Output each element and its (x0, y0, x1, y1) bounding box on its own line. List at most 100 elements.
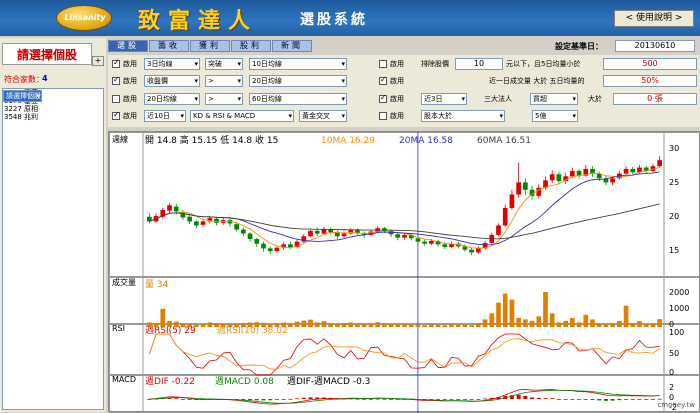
macd-histogram-bar (261, 399, 265, 400)
candle-body (657, 160, 662, 166)
volume-bar (335, 324, 340, 327)
macd-histogram-bar (483, 399, 487, 400)
stock-list-item[interactable]: 3548 兆利 (3, 113, 103, 121)
stock-list[interactable]: 請選擇個股 2424 隴華 3176 基亞 3227 原相 3548 兆利 (2, 88, 104, 410)
price-tick: 30 (669, 144, 679, 153)
tab-profit[interactable]: 獲利 (190, 40, 230, 52)
macd-histogram-bar (470, 399, 474, 400)
volume-bar (409, 325, 414, 327)
volume-bar (590, 319, 595, 327)
macd-histogram-bar (181, 399, 185, 400)
filter-row: 啟用 排除股價 10 元以下，且5日均量小於 500 (108, 57, 700, 71)
macd-histogram-bar (302, 398, 306, 399)
stock-chart[interactable]: 週線 成交量 RSI MACD 開 14.8 高 15.15 低 14.8 收 … (108, 131, 700, 412)
volume-tick: 2000 (669, 288, 689, 297)
rsi-tick: 100 (669, 328, 684, 337)
filter-row: 啟用 近一日成交量 大於 五日均量的 50% (108, 74, 700, 88)
volume-bar (449, 324, 454, 327)
rsi-tick: 0 (669, 368, 674, 377)
volume-input[interactable]: 500 (603, 58, 697, 70)
volume-bar (503, 294, 508, 327)
tab-dividend[interactable]: 股利 (231, 40, 271, 52)
volume-bar (187, 324, 192, 327)
candle-body (268, 248, 273, 251)
tab-news[interactable]: 新聞 (272, 40, 312, 52)
candle-body (610, 178, 615, 182)
macd-histogram-bar (584, 399, 588, 400)
shares-input[interactable]: 0 張 (613, 93, 697, 105)
candle-body (342, 234, 347, 237)
buy-sell-select[interactable]: 買超 (530, 93, 578, 105)
candle-body (167, 205, 172, 210)
macd-histogram-bar (604, 399, 608, 401)
volume-bar (557, 322, 562, 327)
price-input[interactable]: 10 (455, 58, 503, 70)
institutional-label: 三大法人 (484, 94, 512, 104)
enable-checkbox[interactable] (379, 60, 387, 68)
volume-panel-label: 成交量 (112, 277, 136, 287)
volume-bar (442, 325, 447, 327)
candle-body (429, 241, 434, 244)
volume-bar (221, 324, 226, 327)
add-stock-button[interactable]: + (92, 56, 104, 66)
volume-bar (496, 303, 501, 327)
period-select[interactable]: 近3日 (421, 93, 467, 105)
watermark: cmoney.tw (657, 401, 695, 409)
base-date-input[interactable]: 20130610 (615, 40, 695, 52)
volume-bar (234, 323, 239, 327)
volume-ratio-input[interactable]: 50% (603, 75, 697, 87)
volume-condition-label: 元以下，且5日均量小於 (506, 59, 580, 69)
volume-bar (570, 318, 575, 327)
volume-bar (194, 325, 199, 327)
volume-bar (630, 323, 635, 327)
macd-histogram-bar (570, 399, 574, 400)
candle-body (402, 235, 407, 238)
macd-histogram-bar (463, 399, 467, 400)
rsi-tick: 50 (669, 349, 679, 358)
volume-bar (248, 322, 253, 327)
enable-checkbox[interactable] (379, 95, 387, 103)
macd-histogram-bar (644, 399, 648, 400)
volume-bar (536, 316, 541, 327)
candle-body (442, 244, 447, 247)
tab-select[interactable]: 選股 (108, 40, 148, 52)
candle-body (254, 239, 259, 244)
capital-select[interactable]: 股本大於 (421, 110, 505, 122)
price-tick: 15 (669, 246, 679, 255)
volume-bar (288, 323, 293, 327)
volume-bar (261, 323, 266, 327)
macd-histogram-bar (523, 396, 527, 399)
stock-list-item[interactable]: 請選擇個股 (3, 90, 42, 102)
volume-bar (154, 323, 159, 327)
candle-body (261, 244, 266, 249)
ma10-readout: 10MA 16.29 (321, 136, 375, 146)
candle-body (624, 169, 629, 174)
rsi-panel-label: RSI (112, 324, 125, 333)
price-tick: 25 (669, 178, 679, 187)
capital-amount-select[interactable]: 5億 (532, 110, 578, 122)
volume-bar (422, 325, 427, 327)
panel-frame (110, 278, 700, 324)
candle-body (234, 224, 239, 229)
macd-histogram-bar (550, 398, 554, 399)
tab-chips[interactable]: 籌收 (149, 40, 189, 52)
macd-histogram-bar (517, 395, 521, 399)
greater-than-label: 大於 (588, 94, 602, 104)
candle-body (523, 182, 528, 189)
candle-body (174, 207, 179, 212)
candle-body (496, 225, 501, 234)
volume-bar (516, 318, 521, 327)
macd-histogram-bar (624, 399, 628, 400)
enable-checkbox[interactable] (379, 112, 387, 120)
difmacd-readout: 週DIF-週MACD -0.3 (287, 376, 370, 387)
panel-frame (110, 325, 700, 375)
macd-panel-label: MACD (112, 375, 136, 384)
volume-bar (308, 320, 313, 327)
macd-histogram-bar (308, 397, 312, 399)
enable-checkbox[interactable] (379, 77, 387, 85)
volume-bar (610, 323, 615, 327)
macd-histogram-bar (248, 399, 252, 400)
help-button[interactable]: < 使用說明 > (614, 10, 694, 27)
stock-picker-title[interactable]: 請選擇個股 (2, 43, 92, 65)
stock-list-item[interactable]: 3227 原相 (3, 105, 103, 113)
